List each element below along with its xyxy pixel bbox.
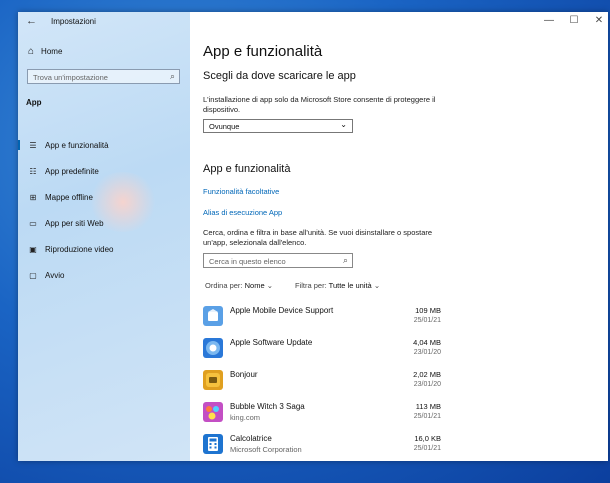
- video-icon: ▣: [29, 244, 37, 254]
- close-icon[interactable]: ✕: [590, 15, 608, 26]
- settings-search-input[interactable]: Trova un'impostazione ⌕: [27, 69, 180, 84]
- sidebar-item-mappe-offline[interactable]: ⊞ Mappe offline: [18, 189, 190, 205]
- app-size: 4,04 MB: [413, 338, 441, 347]
- app-list-item[interactable]: Bonjour 2,02 MB 23/01/20: [203, 367, 441, 395]
- app-date: 25/01/21: [413, 445, 441, 452]
- app-name: Apple Mobile Device Support: [230, 306, 334, 315]
- sidebar-home-label: Home: [41, 47, 63, 56]
- apps-heading: App e funzionalità: [203, 163, 291, 175]
- sidebar-item-avvio[interactable]: ▢ Avvio: [18, 267, 190, 283]
- bonjour-icon: [203, 370, 223, 390]
- chevron-down-icon: ⌄: [373, 281, 381, 290]
- web-apps-icon: ▭: [29, 218, 37, 228]
- source-description: L'installazione di app solo da Microsoft…: [203, 95, 436, 114]
- app-list-search-placeholder: Cerca in questo elenco: [209, 257, 286, 266]
- window-title: Impostazioni: [51, 17, 96, 26]
- search-icon: ⌕: [342, 255, 348, 265]
- settings-window: ← Impostazioni ⌂ Home Trova un'impostazi…: [18, 12, 608, 461]
- filter-dropdown[interactable]: Filtra per: Tutte le unità ⌄: [295, 281, 380, 290]
- main-content: — ☐ ✕ App e funzionalità Scegli da dove …: [190, 12, 608, 461]
- sidebar-item-label: Riproduzione video: [45, 244, 114, 254]
- app-list-item[interactable]: Calcolatrice Microsoft Corporation 16,0 …: [203, 431, 441, 459]
- optional-features-link[interactable]: Funzionalità facoltative: [203, 187, 279, 196]
- app-name: Calcolatrice: [230, 434, 272, 443]
- page-title: App e funzionalità: [203, 43, 323, 60]
- sidebar-item-riproduzione-video[interactable]: ▣ Riproduzione video: [18, 241, 190, 257]
- source-heading: Scegli da dove scaricare le app: [203, 70, 356, 82]
- calculator-icon: [203, 434, 223, 454]
- filter-value: Tutte le unità: [328, 281, 372, 290]
- home-icon: ⌂: [28, 46, 35, 57]
- app-publisher: Microsoft Corporation: [230, 445, 302, 454]
- app-list-item[interactable]: Apple Software Update 4,04 MB 23/01/20: [203, 335, 441, 363]
- sort-label: Ordina per:: [205, 281, 243, 290]
- sort-dropdown[interactable]: Ordina per: Nome ⌄: [205, 281, 273, 290]
- sidebar-item-label: App predefinite: [45, 166, 99, 176]
- app-list-search-input[interactable]: Cerca in questo elenco ⌕: [203, 253, 353, 268]
- app-size: 2,02 MB: [413, 370, 441, 379]
- apps-list-icon: ☰: [29, 140, 37, 150]
- app-date: 23/01/20: [413, 349, 441, 356]
- sidebar-item-app-e-funzionalita[interactable]: ☰ App e funzionalità: [18, 137, 190, 153]
- app-name: Bubble Witch 3 Saga: [230, 402, 305, 411]
- app-size: 109 MB: [415, 306, 441, 315]
- startup-icon: ▢: [29, 270, 37, 280]
- sort-value: Nome: [244, 281, 265, 290]
- app-size: 16,0 KB: [414, 434, 441, 443]
- sidebar-item-label: App e funzionalità: [45, 140, 109, 150]
- app-date: 25/01/21: [413, 413, 441, 420]
- bubble-witch-icon: [203, 402, 223, 422]
- sidebar-item-label: Avvio: [45, 270, 65, 280]
- default-apps-icon: ☷: [29, 166, 37, 176]
- sidebar-home[interactable]: ⌂ Home: [28, 46, 62, 57]
- app-date: 25/01/21: [413, 317, 441, 324]
- app-list-item[interactable]: Apple Mobile Device Support 109 MB 25/01…: [203, 303, 441, 331]
- search-icon: ⌕: [169, 71, 175, 81]
- app-source-value: Ovunque: [209, 122, 240, 131]
- sidebar-item-app-predefinite[interactable]: ☷ App predefinite: [18, 163, 190, 179]
- back-arrow-icon[interactable]: ←: [26, 15, 37, 27]
- sidebar-item-label: Mappe offline: [45, 192, 93, 202]
- sidebar-item-app-per-siti-web[interactable]: ▭ App per siti Web: [18, 215, 190, 231]
- app-publisher: king.com: [230, 413, 261, 422]
- chevron-down-icon: ⌄: [340, 120, 347, 129]
- app-size: 113 MB: [415, 402, 441, 411]
- maximize-icon[interactable]: ☐: [565, 15, 583, 26]
- chevron-down-icon: ⌄: [266, 281, 274, 290]
- app-name: Bonjour: [230, 370, 258, 379]
- sidebar-item-label: App per siti Web: [45, 218, 104, 228]
- settings-search-placeholder: Trova un'impostazione: [33, 73, 108, 82]
- apple-mobile-device-icon: [203, 306, 223, 326]
- app-execution-alias-link[interactable]: Alias di esecuzione App: [203, 208, 282, 217]
- app-name: Apple Software Update: [230, 338, 313, 347]
- map-icon: ⊞: [29, 192, 37, 202]
- list-description: Cerca, ordina e filtra in base all'unità…: [203, 228, 433, 247]
- app-source-dropdown[interactable]: Ovunque ⌄: [203, 119, 353, 133]
- filter-label: Filtra per:: [295, 281, 327, 290]
- apple-software-update-icon: [203, 338, 223, 358]
- sidebar: ← Impostazioni ⌂ Home Trova un'impostazi…: [18, 12, 190, 461]
- minimize-icon[interactable]: —: [540, 15, 558, 26]
- app-date: 23/01/20: [413, 381, 441, 388]
- app-list-item[interactable]: Bubble Witch 3 Saga king.com 113 MB 25/0…: [203, 399, 441, 427]
- sidebar-section-label: App: [26, 98, 42, 107]
